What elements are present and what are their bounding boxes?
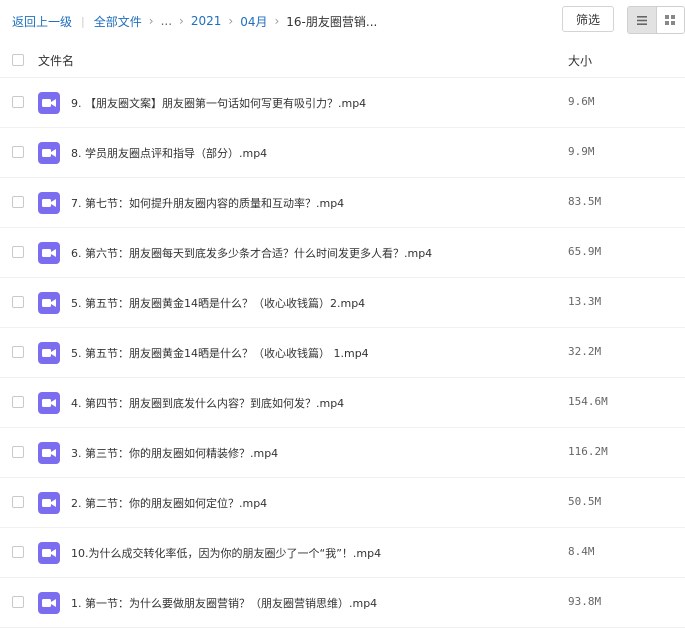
all-files-link[interactable]: 全部文件 xyxy=(94,13,142,30)
toolbar: 返回上一级 | 全部文件 › ... › 2021 › 04月 › 16-朋友圈… xyxy=(0,0,685,42)
file-size: 13.3M xyxy=(568,295,602,308)
file-list-header: 文件名 大小 xyxy=(0,42,685,78)
video-file-icon xyxy=(38,142,60,164)
file-checkbox[interactable] xyxy=(12,346,24,358)
chevron-right-icon: › xyxy=(148,14,154,28)
file-checkbox[interactable] xyxy=(12,146,24,158)
breadcrumb-year-link[interactable]: 2021 xyxy=(191,14,222,28)
file-name[interactable]: 7. 第七节：如何提升朋友圈内容的质量和互动率？.mp4 xyxy=(71,195,344,211)
file-name[interactable]: 1. 第一节：为什么要做朋友圈营销？（朋友圈营销思维）.mp4 xyxy=(71,595,377,611)
file-row[interactable]: 10.为什么成交转化率低，因为你的朋友圈少了一个“我”！.mp4 8.4M xyxy=(0,528,685,578)
file-checkbox[interactable] xyxy=(12,96,24,108)
file-row[interactable]: 7. 第七节：如何提升朋友圈内容的质量和互动率？.mp4 83.5M xyxy=(0,178,685,228)
file-checkbox[interactable] xyxy=(12,196,24,208)
view-toggle xyxy=(627,6,685,34)
file-name[interactable]: 2. 第二节：你的朋友圈如何定位？.mp4 xyxy=(71,495,267,511)
file-size: 154.6M xyxy=(568,395,608,408)
video-file-icon xyxy=(38,442,60,464)
grid-view-icon xyxy=(665,15,676,25)
file-name[interactable]: 4. 第四节：朋友圈到底发什么内容？到底如何发？.mp4 xyxy=(71,395,344,411)
file-checkbox[interactable] xyxy=(12,396,24,408)
chevron-right-icon: › xyxy=(274,14,280,28)
video-file-icon xyxy=(38,242,60,264)
file-size: 32.2M xyxy=(568,345,602,358)
video-file-icon xyxy=(38,392,60,414)
select-all-checkbox[interactable] xyxy=(12,54,24,66)
breadcrumb-month-link[interactable]: 04月 xyxy=(240,13,267,30)
file-row[interactable]: 8. 学员朋友圈点评和指导（部分）.mp4 9.9M xyxy=(0,128,685,178)
video-file-icon xyxy=(38,92,60,114)
video-file-icon xyxy=(38,542,60,564)
file-checkbox[interactable] xyxy=(12,596,24,608)
video-file-icon xyxy=(38,592,60,614)
breadcrumb-current-folder: 16-朋友圈营销... xyxy=(286,14,378,29)
file-size: 83.5M xyxy=(568,195,602,208)
file-checkbox[interactable] xyxy=(12,446,24,458)
file-size: 9.9M xyxy=(568,145,595,158)
video-file-icon xyxy=(38,192,60,214)
breadcrumb-divider: | xyxy=(81,14,85,28)
file-size: 65.9M xyxy=(568,245,602,258)
file-size: 9.6M xyxy=(568,95,595,108)
file-checkbox[interactable] xyxy=(12,546,24,558)
file-name[interactable]: 8. 学员朋友圈点评和指导（部分）.mp4 xyxy=(71,145,267,161)
breadcrumb-ellipsis[interactable]: ... xyxy=(161,14,172,28)
file-name[interactable]: 3. 第三节：你的朋友圈如何精装修？.mp4 xyxy=(71,445,278,461)
file-name[interactable]: 6. 第六节：朋友圈每天到底发多少条才合适？什么时间发更多人看？.mp4 xyxy=(71,245,432,261)
file-list: 9. 【朋友圈文案】朋友圈第一句话如何写更有吸引力？.mp4 9.6M 8. 学员朋… xyxy=(0,78,685,628)
chevron-right-icon: › xyxy=(228,14,234,28)
file-row[interactable]: 2. 第二节：你的朋友圈如何定位？.mp4 50.5M xyxy=(0,478,685,528)
file-name[interactable]: 10.为什么成交转化率低，因为你的朋友圈少了一个“我”！.mp4 xyxy=(71,545,381,561)
file-name[interactable]: 5. 第五节：朋友圈黄金14晒是什么？（收心收钱篇）2.mp4 xyxy=(71,295,365,311)
file-row[interactable]: 3. 第三节：你的朋友圈如何精装修？.mp4 116.2M xyxy=(0,428,685,478)
file-row[interactable]: 5. 第五节：朋友圈黄金14晒是什么？（收心收钱篇）2.mp4 13.3M xyxy=(0,278,685,328)
column-header-name[interactable]: 文件名 xyxy=(38,52,74,69)
file-size: 116.2M xyxy=(568,445,608,458)
filter-button[interactable]: 筛选 xyxy=(562,6,614,32)
chevron-right-icon: › xyxy=(179,14,184,28)
video-file-icon xyxy=(38,492,60,514)
file-size: 50.5M xyxy=(568,495,602,508)
column-header-size[interactable]: 大小 xyxy=(568,52,592,69)
back-link[interactable]: 返回上一级 xyxy=(12,13,72,30)
file-name[interactable]: 9. 【朋友圈文案】朋友圈第一句话如何写更有吸引力？.mp4 xyxy=(71,95,366,111)
video-file-icon xyxy=(38,342,60,364)
file-checkbox[interactable] xyxy=(12,496,24,508)
file-row[interactable]: 5. 第五节：朋友圈黄金14晒是什么？（收心收钱篇） 1.mp4 32.2M xyxy=(0,328,685,378)
file-size: 93.8M xyxy=(568,595,602,608)
grid-view-button[interactable] xyxy=(657,7,685,33)
file-row[interactable]: 4. 第四节：朋友圈到底发什么内容？到底如何发？.mp4 154.6M xyxy=(0,378,685,428)
list-view-button[interactable] xyxy=(628,7,657,33)
file-checkbox[interactable] xyxy=(12,246,24,258)
video-file-icon xyxy=(38,292,60,314)
file-row[interactable]: 1. 第一节：为什么要做朋友圈营销？（朋友圈营销思维）.mp4 93.8M xyxy=(0,578,685,628)
list-view-icon xyxy=(636,15,647,25)
file-row[interactable]: 9. 【朋友圈文案】朋友圈第一句话如何写更有吸引力？.mp4 9.6M xyxy=(0,78,685,128)
file-checkbox[interactable] xyxy=(12,296,24,308)
breadcrumb: 返回上一级 | 全部文件 › ... › 2021 › 04月 › 16-朋友圈… xyxy=(12,12,377,30)
file-row[interactable]: 6. 第六节：朋友圈每天到底发多少条才合适？什么时间发更多人看？.mp4 65.9… xyxy=(0,228,685,278)
file-name[interactable]: 5. 第五节：朋友圈黄金14晒是什么？（收心收钱篇） 1.mp4 xyxy=(71,345,369,361)
file-size: 8.4M xyxy=(568,545,595,558)
